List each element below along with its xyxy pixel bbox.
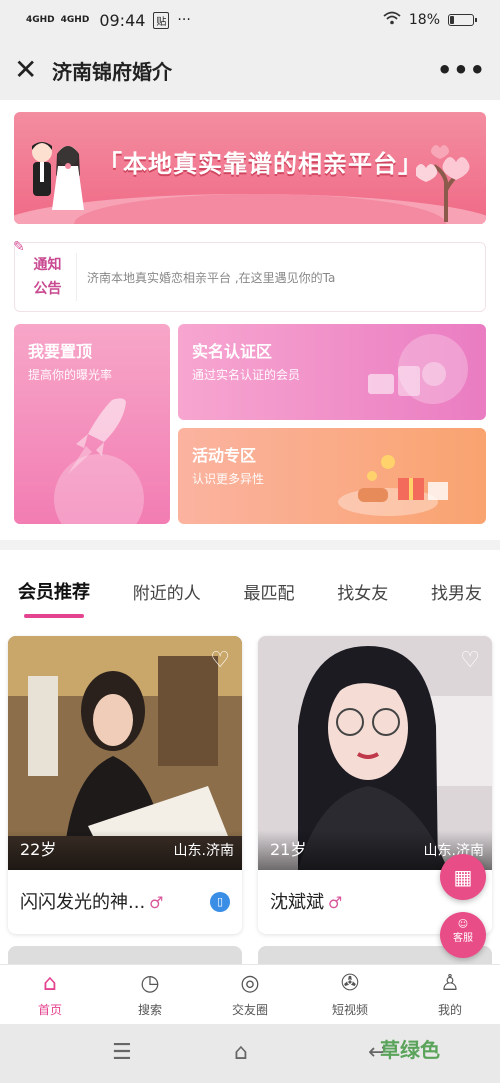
tab-find-boyfriend[interactable]: 找男友 [423,571,490,612]
member-photo[interactable]: ♡ 22岁 山东.济南 [8,636,242,870]
customer-service-button[interactable]: ☺ 客服 [440,912,486,958]
menu-icon[interactable]: ☰ [112,1040,132,1065]
verified-card-subtitle: 通过实名认证的会员 [192,368,301,382]
battery-percent: 18% [408,12,440,28]
tab-find-girlfriend[interactable]: 找女友 [329,571,396,612]
page-title: 济南锦府婚介 [52,59,172,84]
nav-short-video[interactable]: ✇ 短视频 [300,965,400,1024]
more-status-icon: ··· [177,12,191,28]
pin-card-title: 我要置顶 [28,342,93,361]
wifi-icon [383,11,401,29]
title-bar: ✕ 济南锦府婚介 ••• [0,40,500,100]
headset-icon: ☺ [457,919,469,930]
notice-tag-line1: 通知 [33,257,62,273]
favorite-heart-icon[interactable]: ♡ [460,648,480,673]
member-name-row: 闪闪发光的神... ♂ [20,888,164,914]
notice-board[interactable]: ✎ 通知 公告 济南本地真实婚恋相亲平台 ,在这里遇见你的Ta [13,239,486,312]
nav-friends-circle[interactable]: ◎ 交友圈 [200,965,300,1024]
clock: 09:44 [99,10,146,30]
pin-to-top-card[interactable]: 我要置顶 提高你的曝光率 [14,324,170,524]
member-name: 沈斌斌 [270,892,324,913]
nav-label: 首页 [37,1003,62,1017]
close-icon[interactable]: ✕ [14,55,44,85]
nav-label: 交友圈 [231,1003,268,1017]
member-photo[interactable]: ♡ 21岁 山东.济南 [258,636,492,870]
nav-label: 搜索 [137,1003,162,1017]
verified-card-title: 实名认证区 [192,342,273,361]
member-name: 闪闪发光的神... [20,892,146,913]
male-gender-icon: ♂ [328,893,343,912]
signal-icon-1: 4GHD [26,14,55,25]
member-name-row: 沈斌斌 ♂ [270,888,342,914]
member-card[interactable]: ♡ 22岁 山东.济南 闪闪发光的神... ♂ ▯ [8,636,242,934]
main-content: 「本地真实靠谱的相亲平台」 ✎ 通知 公告 济南本地真实婚恋相亲平台 ,在这里遇… [0,100,500,964]
notice-text: 济南本地真实婚恋相亲平台 ,在这里遇见你的Ta [87,270,336,285]
clipboard-icon: 贴 [153,11,170,29]
tab-nearby[interactable]: 附近的人 [125,571,209,612]
events-zone-card[interactable]: 活动专区 认识更多异性 [178,428,486,524]
grid-menu-button[interactable]: ▦ [440,854,486,900]
events-card-subtitle: 认识更多异性 [192,472,265,486]
nav-profile[interactable]: ♙ 我的 [400,965,500,1024]
camera-aperture-icon: ◎ [240,971,260,996]
nav-label: 我的 [437,1003,462,1017]
verified-illustration-icon [368,362,446,396]
favorite-heart-icon[interactable]: ♡ [210,648,230,673]
section-divider [0,540,500,550]
home-icon: ⌂ [43,971,57,996]
user-icon: ♙ [440,971,460,996]
pin-card-subtitle: 提高你的曝光率 [28,368,113,382]
notice-tag-line2: 公告 [33,281,62,297]
member-age: 21岁 [270,840,307,859]
promo-banner[interactable]: 「本地真实靠谱的相亲平台」 [14,112,486,224]
events-card-title: 活动专区 [192,446,257,465]
bottom-nav: ⌂ 首页 ◷ 搜索 ◎ 交友圈 ✇ 短视频 ♙ 我的 [0,964,500,1024]
couple-illustration-icon [32,142,84,210]
tab-recommended[interactable]: 会员推荐 [10,570,98,618]
signal-icon-2: 4GHD [60,14,90,25]
film-reel-icon: ✇ [340,971,360,996]
nav-home[interactable]: ⌂ 首页 [0,965,100,1024]
customer-service-label: 客服 [453,933,473,944]
tab-best-match[interactable]: 最匹配 [236,571,303,612]
heart-tree-icon [416,145,470,222]
pen-icon: ✎ [13,239,25,255]
status-bar: 4GHD 4GHD 09:44 贴 ··· 18% [0,0,500,40]
phone-verified-icon: ▯ [210,892,230,912]
member-age: 22岁 [20,840,57,859]
overlay-label: 草绿色 [380,1038,440,1062]
member-location: 山东.济南 [173,843,234,859]
gift-illustration-icon [338,455,448,516]
compass-icon: ◷ [140,971,160,996]
battery-icon [448,14,477,26]
member-card-partial[interactable] [8,946,242,964]
male-gender-icon: ♂ [149,893,164,912]
more-options-icon[interactable]: ••• [437,56,486,84]
verified-zone-card[interactable]: 实名认证区 通过实名认证的会员 [178,324,486,420]
banner-text: 「本地真实靠谱的相亲平台」 [98,150,423,178]
home-outline-icon[interactable]: ⌂ [234,1040,248,1065]
member-tabs: 会员推荐 附近的人 最匹配 找女友 找男友 [0,562,500,620]
nav-label: 短视频 [331,1003,368,1017]
nav-search[interactable]: ◷ 搜索 [100,965,200,1024]
notice-tag: 通知 公告 [19,253,77,301]
rocket-icon [68,398,126,474]
